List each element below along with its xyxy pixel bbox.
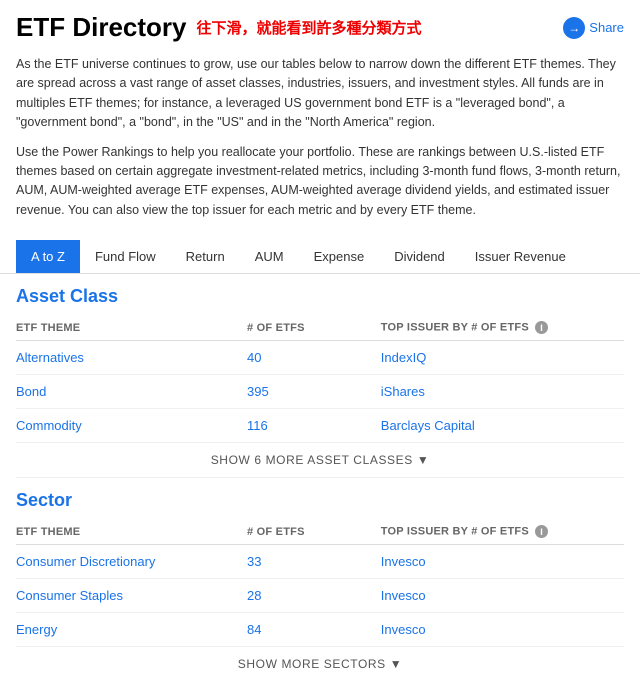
- asset-issuer-commodity[interactable]: Barclays Capital: [381, 409, 624, 443]
- tab-a-to-z[interactable]: A to Z: [16, 240, 80, 273]
- asset-class-section: Asset Class ETF THEME # OF ETFs TOP ISSU…: [0, 274, 640, 477]
- sector-theme-col-header: ETF THEME: [16, 519, 247, 545]
- tab-issuer-revenue[interactable]: Issuer Revenue: [460, 240, 581, 273]
- description-para1: As the ETF universe continues to grow, u…: [16, 55, 624, 133]
- tab-return[interactable]: Return: [171, 240, 240, 273]
- sector-theme-consumer-discretionary[interactable]: Consumer Discretionary: [16, 545, 247, 579]
- table-row: Consumer Discretionary 33 Invesco: [16, 545, 624, 579]
- table-row: Alternatives 40 IndexIQ: [16, 341, 624, 375]
- sector-issuer-col-header: TOP ISSUER BY # OF ETFs i: [381, 519, 624, 545]
- chevron-down-icon: ▼: [417, 453, 429, 467]
- asset-class-table: ETF THEME # OF ETFs TOP ISSUER BY # OF E…: [16, 315, 624, 443]
- table-row: Energy 84 Invesco: [16, 613, 624, 647]
- asset-count-col-header: # OF ETFs: [247, 315, 381, 341]
- share-button[interactable]: → Share: [563, 17, 624, 39]
- sector-theme-consumer-staples[interactable]: Consumer Staples: [16, 579, 247, 613]
- share-label: Share: [589, 20, 624, 35]
- sector-table: ETF THEME # OF ETFs TOP ISSUER BY # OF E…: [16, 519, 624, 647]
- tab-aum[interactable]: AUM: [240, 240, 299, 273]
- asset-issuer-info-icon[interactable]: i: [535, 321, 548, 334]
- sector-issuer-consumer-discretionary[interactable]: Invesco: [381, 545, 624, 579]
- asset-theme-col-header: ETF THEME: [16, 315, 247, 341]
- asset-count-commodity[interactable]: 116: [247, 409, 381, 443]
- description-para2: Use the Power Rankings to help you reall…: [16, 143, 624, 221]
- tab-bar: A to Z Fund Flow Return AUM Expense Divi…: [0, 240, 640, 274]
- asset-theme-commodity[interactable]: Commodity: [16, 409, 247, 443]
- page-header: ETF Directory 往下滑，就能看到許多種分類方式 → Share: [0, 0, 640, 51]
- sector-title: Sector: [16, 490, 624, 511]
- sector-count-col-header: # OF ETFs: [247, 519, 381, 545]
- asset-theme-alternatives[interactable]: Alternatives: [16, 341, 247, 375]
- show-more-asset-classes[interactable]: SHOW 6 MORE ASSET CLASSES ▼: [16, 443, 624, 477]
- asset-class-title: Asset Class: [16, 286, 624, 307]
- table-row: Commodity 116 Barclays Capital: [16, 409, 624, 443]
- sector-issuer-energy[interactable]: Invesco: [381, 613, 624, 647]
- table-row: Bond 395 iShares: [16, 375, 624, 409]
- sector-theme-energy[interactable]: Energy: [16, 613, 247, 647]
- share-icon: →: [563, 17, 585, 39]
- tab-dividend[interactable]: Dividend: [379, 240, 460, 273]
- asset-theme-bond[interactable]: Bond: [16, 375, 247, 409]
- asset-count-bond[interactable]: 395: [247, 375, 381, 409]
- tab-expense[interactable]: Expense: [299, 240, 380, 273]
- asset-issuer-bond[interactable]: iShares: [381, 375, 624, 409]
- sector-issuer-info-icon[interactable]: i: [535, 525, 548, 538]
- show-more-sectors[interactable]: SHOW MORE SECTORS ▼: [16, 647, 624, 681]
- sector-count-consumer-discretionary[interactable]: 33: [247, 545, 381, 579]
- asset-issuer-alternatives[interactable]: IndexIQ: [381, 341, 624, 375]
- page-title: ETF Directory: [16, 12, 187, 43]
- sector-issuer-consumer-staples[interactable]: Invesco: [381, 579, 624, 613]
- asset-count-alternatives[interactable]: 40: [247, 341, 381, 375]
- sector-section: Sector ETF THEME # OF ETFs TOP ISSUER BY…: [0, 478, 640, 681]
- header-annotation: 往下滑，就能看到許多種分類方式: [197, 17, 422, 38]
- table-row: Consumer Staples 28 Invesco: [16, 579, 624, 613]
- sector-count-energy[interactable]: 84: [247, 613, 381, 647]
- sector-count-consumer-staples[interactable]: 28: [247, 579, 381, 613]
- chevron-down-icon: ▼: [390, 657, 402, 671]
- asset-issuer-col-header: TOP ISSUER BY # OF ETFs i: [381, 315, 624, 341]
- page-description: As the ETF universe continues to grow, u…: [0, 51, 640, 240]
- tab-fund-flow[interactable]: Fund Flow: [80, 240, 171, 273]
